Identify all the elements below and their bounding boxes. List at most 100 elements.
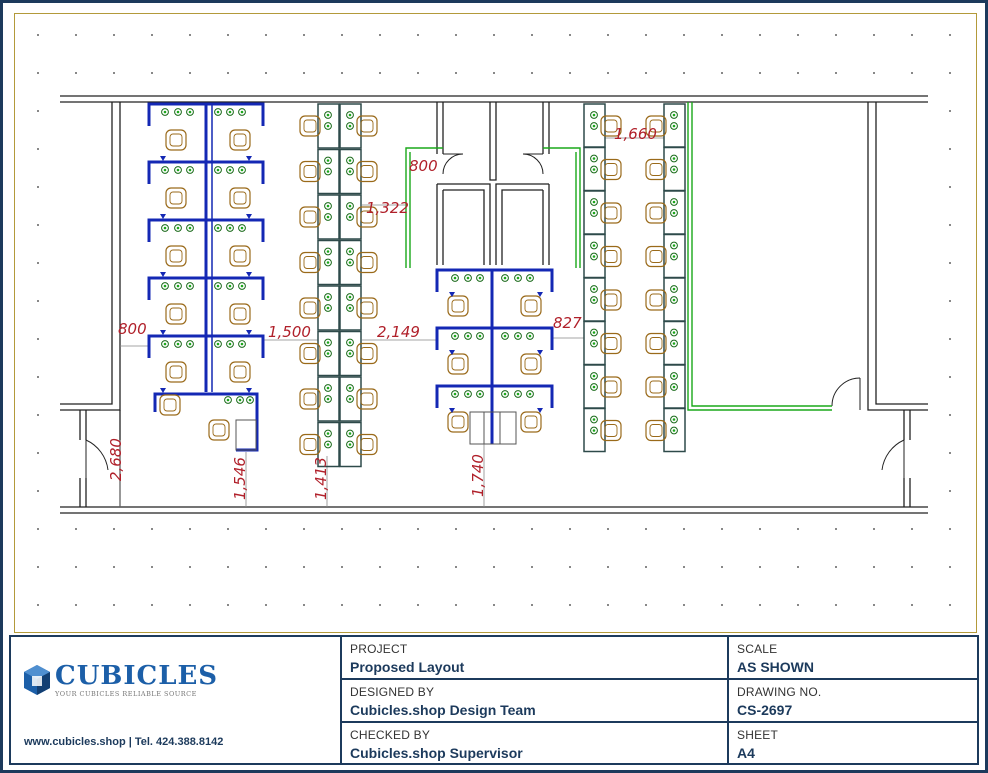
bench-desk bbox=[583, 320, 622, 366]
bench-desk bbox=[583, 364, 622, 409]
equipment-dot bbox=[592, 211, 596, 215]
equipment-dot bbox=[216, 342, 220, 346]
chair bbox=[600, 158, 622, 181]
grid-dot bbox=[683, 528, 685, 530]
equipment-dot bbox=[326, 443, 330, 446]
grid-dot bbox=[759, 34, 761, 36]
equipment-dot bbox=[453, 392, 457, 396]
equipment-dot bbox=[326, 124, 330, 128]
grid-dot bbox=[645, 528, 647, 530]
checked-value: Cubicles.shop Supervisor bbox=[350, 745, 523, 761]
grid-dot bbox=[911, 34, 913, 36]
marker bbox=[160, 156, 166, 161]
grid-dot bbox=[37, 300, 39, 302]
grid-dot bbox=[683, 72, 685, 74]
grid-dot bbox=[721, 604, 723, 606]
grid-dot bbox=[949, 110, 951, 112]
chair bbox=[645, 158, 667, 181]
marker bbox=[160, 330, 166, 335]
grid-dot bbox=[531, 566, 533, 568]
chair bbox=[165, 187, 187, 209]
equipment-dot bbox=[672, 418, 676, 421]
chair bbox=[229, 245, 251, 267]
grid-dot bbox=[835, 604, 837, 606]
grid-dot bbox=[493, 34, 495, 36]
bench-desk bbox=[583, 190, 622, 235]
equipment-dot bbox=[163, 226, 167, 230]
grid-dot bbox=[379, 34, 381, 36]
equipment-dot bbox=[326, 306, 330, 310]
equipment-dot bbox=[466, 276, 470, 280]
chair bbox=[165, 245, 187, 267]
dim-label: 827 bbox=[553, 314, 582, 332]
equipment-dot bbox=[216, 284, 220, 288]
grid-dot bbox=[721, 72, 723, 74]
grid-dot bbox=[835, 528, 837, 530]
equipment-dot bbox=[240, 110, 244, 114]
grid-dot bbox=[759, 528, 761, 530]
equipment-dot bbox=[348, 397, 352, 401]
equipment-dot bbox=[466, 334, 470, 338]
equipment-dot bbox=[240, 342, 244, 346]
equipment-dot bbox=[478, 392, 482, 396]
grid-dot bbox=[37, 490, 39, 492]
drawing-no-value: CS-2697 bbox=[737, 702, 793, 718]
chair bbox=[299, 342, 321, 365]
marker bbox=[246, 388, 252, 393]
bench-desk bbox=[583, 277, 622, 322]
grid-dot bbox=[797, 604, 799, 606]
grid-dot bbox=[607, 566, 609, 568]
grid-dot bbox=[531, 528, 533, 530]
chair bbox=[299, 297, 321, 319]
equipment-dot bbox=[216, 168, 220, 172]
grid-dot bbox=[379, 72, 381, 74]
chair bbox=[299, 206, 321, 228]
grid-dot bbox=[911, 566, 913, 568]
logo-panel: CUBICLES YOUR CUBICLES RELIABLE SOURCE w… bbox=[11, 637, 342, 763]
grid-dot bbox=[873, 528, 875, 530]
grid-dot bbox=[189, 566, 191, 568]
grid-dot bbox=[721, 34, 723, 36]
chair bbox=[447, 411, 469, 433]
equipment-dot bbox=[216, 110, 220, 114]
grid-dot bbox=[341, 34, 343, 36]
equipment-dot bbox=[348, 341, 352, 344]
grid-dot bbox=[265, 604, 267, 606]
equipment-dot bbox=[592, 168, 596, 171]
grid-dot bbox=[911, 604, 913, 606]
grid-dot bbox=[341, 566, 343, 568]
bench-desk bbox=[299, 330, 378, 377]
equipment-dot bbox=[326, 250, 330, 253]
grid-dot bbox=[455, 604, 457, 606]
equipment-dot bbox=[176, 226, 180, 230]
chair bbox=[645, 202, 667, 224]
grid-dot bbox=[113, 566, 115, 568]
grid-dot bbox=[569, 34, 571, 36]
grid-dot bbox=[949, 414, 951, 416]
chair bbox=[299, 160, 321, 183]
grid-dot bbox=[949, 148, 951, 150]
chair bbox=[600, 202, 622, 224]
brand-tagline: YOUR CUBICLES RELIABLE SOURCE bbox=[55, 690, 197, 698]
drawing-no-label: DRAWING NO. bbox=[737, 685, 822, 699]
cube-logo-icon bbox=[24, 665, 50, 695]
chair bbox=[229, 303, 251, 325]
grid-dot bbox=[37, 452, 39, 454]
grid-dot bbox=[835, 566, 837, 568]
grid-dot bbox=[417, 604, 419, 606]
equipment-dot bbox=[348, 124, 352, 128]
grid-dot bbox=[37, 566, 39, 568]
equipment-dot bbox=[672, 244, 676, 247]
equipment-dot bbox=[176, 168, 180, 172]
grid-dot bbox=[341, 604, 343, 606]
grid-dot bbox=[37, 262, 39, 264]
grid-dot bbox=[721, 528, 723, 530]
chair bbox=[645, 245, 667, 268]
equipment-dot bbox=[516, 392, 520, 396]
grid-dot bbox=[189, 528, 191, 530]
equipment-dot bbox=[672, 113, 676, 117]
grid-dot bbox=[645, 604, 647, 606]
grid-dot bbox=[949, 566, 951, 568]
grid-dot bbox=[531, 604, 533, 606]
grid-dot bbox=[265, 72, 267, 74]
